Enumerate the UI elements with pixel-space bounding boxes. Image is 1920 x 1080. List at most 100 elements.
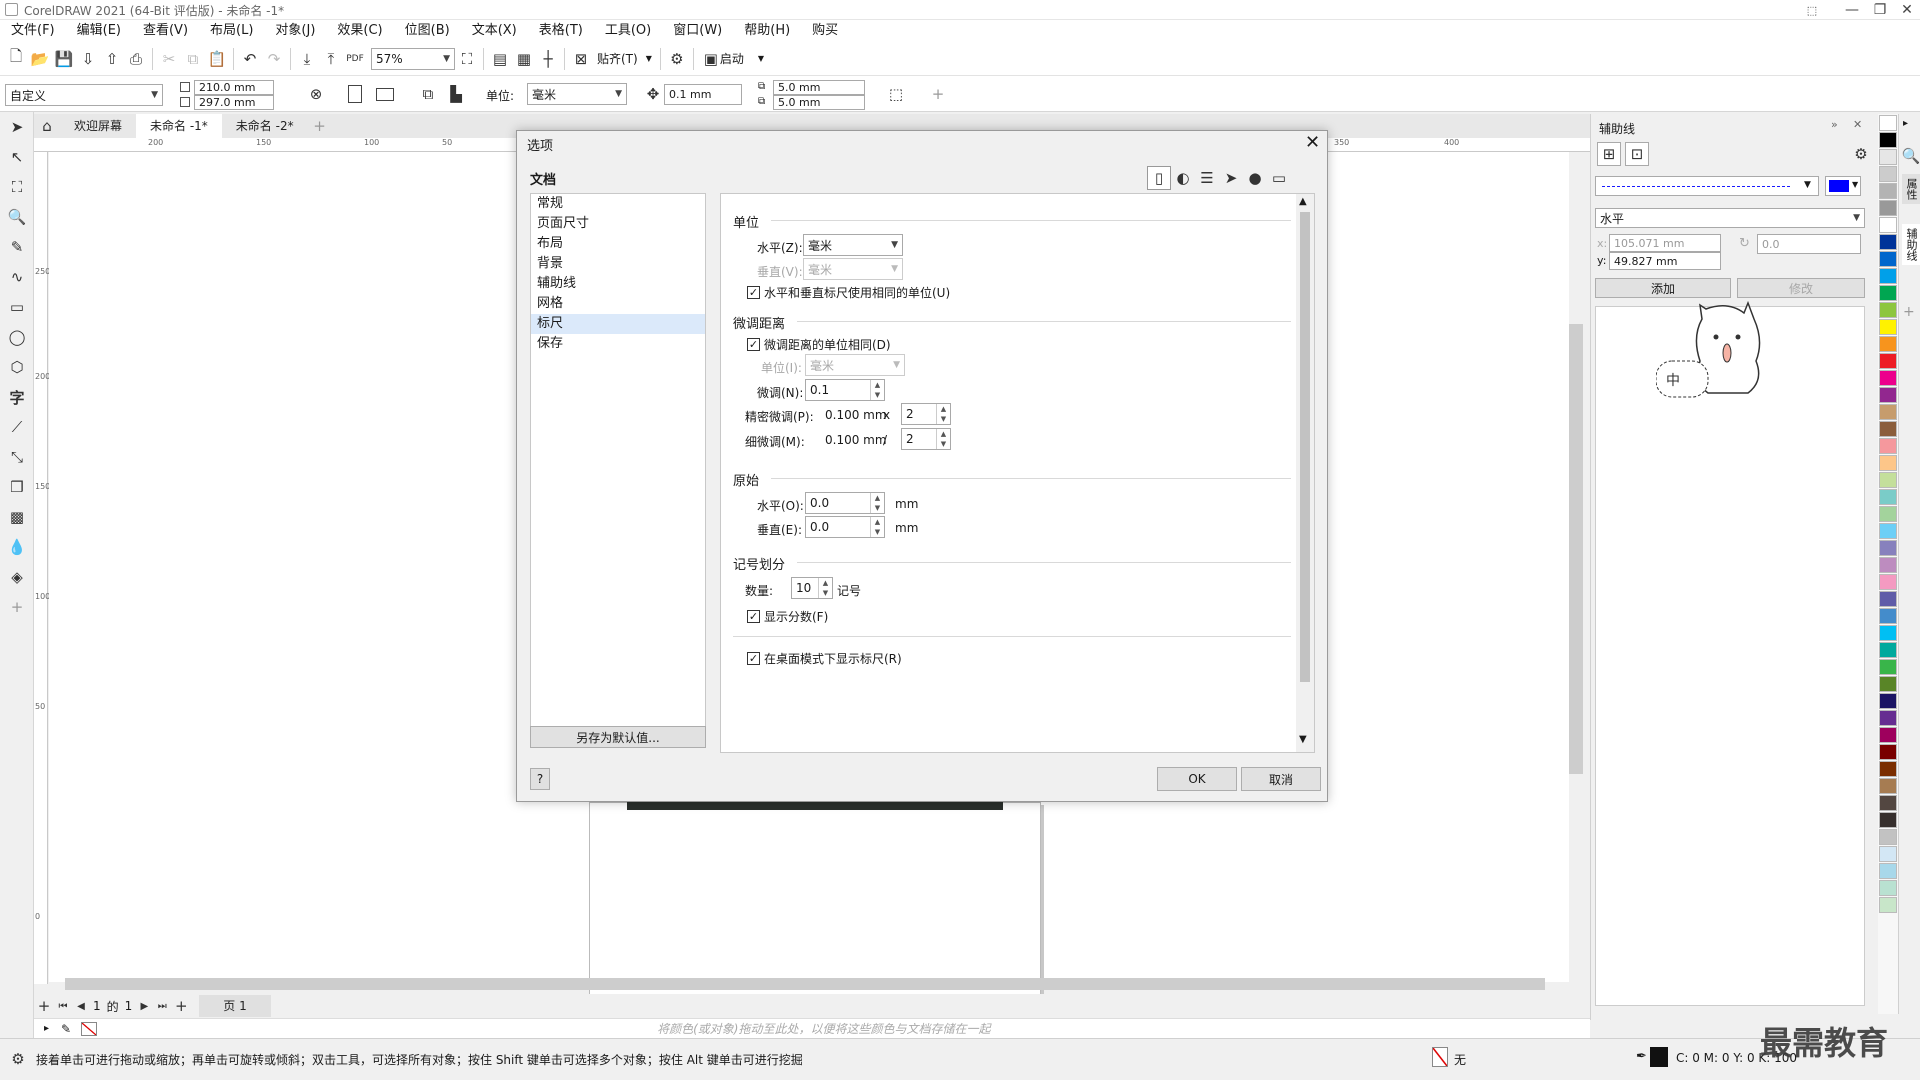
vertical-scrollbar-thumb[interactable] xyxy=(1569,324,1583,774)
palette-swatch[interactable] xyxy=(1879,370,1897,386)
page-tab-1[interactable]: 页 1 xyxy=(199,995,271,1017)
document-icon[interactable]: ▯ xyxy=(1147,166,1171,190)
tab-guidelines[interactable]: 辅助线 xyxy=(1902,224,1920,265)
palette-swatch[interactable] xyxy=(1879,540,1897,556)
restore-small-icon[interactable]: ⬚ xyxy=(1798,0,1826,20)
add-page-before-icon[interactable]: + xyxy=(34,994,54,1018)
nav-item-layout[interactable]: 布局 xyxy=(531,234,705,254)
same-units-checkbox[interactable]: ✓ 水平和垂直标尺使用相同的单位(U) xyxy=(747,284,950,301)
palette-swatch[interactable] xyxy=(1879,676,1897,692)
transparency-tool-icon[interactable]: ▩ xyxy=(5,505,29,529)
palette-swatch[interactable] xyxy=(1879,642,1897,658)
paste-icon[interactable]: 📋 xyxy=(205,47,229,71)
menu-layout[interactable]: 布局(L) xyxy=(199,20,264,42)
no-color-swatch[interactable] xyxy=(81,1021,98,1036)
ellipse-tool-icon[interactable]: ◯ xyxy=(5,325,29,349)
palette-swatch[interactable] xyxy=(1879,863,1897,879)
minimize-button[interactable]: — xyxy=(1838,0,1866,20)
text-tool-icon[interactable]: 字 xyxy=(5,385,29,409)
menu-effects[interactable]: 效果(C) xyxy=(326,20,393,42)
palette-swatch[interactable] xyxy=(1879,625,1897,641)
global-icon[interactable]: ◐ xyxy=(1171,166,1195,190)
cut-icon[interactable]: ✂ xyxy=(157,47,181,71)
add-docker-icon[interactable]: + xyxy=(1903,304,1915,320)
freehand-tool-icon[interactable]: ✎ xyxy=(5,235,29,259)
nav-item-background[interactable]: 背景 xyxy=(531,254,705,274)
save-as-default-button[interactable]: 另存为默认值... xyxy=(530,726,706,748)
palette-swatch[interactable] xyxy=(1879,795,1897,811)
nav-item-general[interactable]: 常规 xyxy=(531,194,705,214)
nudge-field[interactable]: 0.1 mm xyxy=(664,84,742,105)
palette-swatch[interactable] xyxy=(1879,353,1897,369)
palette-swatch[interactable] xyxy=(1879,217,1897,233)
palette-swatch[interactable] xyxy=(1879,251,1897,267)
horizontal-scrollbar-thumb[interactable] xyxy=(65,978,1545,990)
guideline-color-picker[interactable]: ▼ xyxy=(1825,176,1861,196)
zoom-combo[interactable]: 57% ▼ xyxy=(371,47,455,70)
palette-swatch[interactable] xyxy=(1879,336,1897,352)
tab-doc-2[interactable]: 未命名 -2* xyxy=(222,114,308,138)
palette-swatch[interactable] xyxy=(1879,744,1897,760)
edit-bleed-icon[interactable]: ⬚ xyxy=(884,82,908,106)
cancel-button[interactable]: 取消 xyxy=(1241,767,1321,791)
search-icon[interactable]: 🔍 xyxy=(1899,144,1920,168)
menu-window[interactable]: 窗口(W) xyxy=(662,20,733,42)
menu-table[interactable]: 表格(T) xyxy=(528,20,594,42)
add-page-after-icon[interactable]: + xyxy=(171,994,191,1018)
palette-swatch[interactable] xyxy=(1879,591,1897,607)
menu-edit[interactable]: 编辑(E) xyxy=(66,20,132,42)
lock-guide-icon[interactable]: ⊡ xyxy=(1625,142,1649,166)
current-page-icon[interactable]: ▙ xyxy=(444,82,468,106)
cloud-upload-icon[interactable]: ⇧ xyxy=(100,47,124,71)
menu-file[interactable]: 文件(F) xyxy=(0,20,66,42)
snap-to-dropdown[interactable]: 贴齐(T) ▼ xyxy=(593,50,656,67)
duplicate-x-field[interactable]: 5.0 mm xyxy=(773,80,865,95)
placed-image-edge[interactable] xyxy=(627,802,1003,810)
super-nudge-multiplier-spinbox[interactable]: 2 ▲ ▼ xyxy=(901,403,951,425)
menu-object[interactable]: 对象(J) xyxy=(264,20,326,42)
palette-swatch[interactable] xyxy=(1879,268,1897,284)
menu-buy[interactable]: 购买 xyxy=(801,20,849,42)
new-tab-icon[interactable]: + xyxy=(308,114,332,138)
palette-swatch[interactable] xyxy=(1879,438,1897,454)
redo-icon[interactable]: ↷ xyxy=(262,47,286,71)
palette-swatch[interactable] xyxy=(1879,455,1897,471)
palette-swatch[interactable] xyxy=(1879,200,1897,216)
fill-none-icon[interactable] xyxy=(1432,1047,1448,1067)
guidelines-list[interactable]: 中 xyxy=(1595,301,1865,1006)
tab-welcome[interactable]: 欢迎屏幕 xyxy=(60,114,136,138)
first-page-icon[interactable]: ⏮ xyxy=(54,994,72,1018)
palette-swatch[interactable] xyxy=(1879,557,1897,573)
palette-swatch[interactable] xyxy=(1879,846,1897,862)
palette-swatch[interactable] xyxy=(1879,506,1897,522)
docker-close-icon[interactable]: ✕ xyxy=(1853,118,1862,131)
undo-icon[interactable]: ↶ xyxy=(238,47,262,71)
nav-item-page-size[interactable]: 页面尺寸 xyxy=(531,214,705,234)
drop-shadow-icon[interactable]: ❒ xyxy=(5,475,29,499)
display-icon[interactable]: ▭ xyxy=(1267,166,1291,190)
rectangle-tool-icon[interactable]: ▭ xyxy=(5,295,29,319)
palette-swatch[interactable] xyxy=(1879,404,1897,420)
workspace-icon[interactable]: ☰ xyxy=(1195,166,1219,190)
palette-swatch[interactable] xyxy=(1879,574,1897,590)
same-nudge-units-checkbox[interactable]: ✓ 微调距离的单位相同(D) xyxy=(747,336,891,353)
next-page-icon[interactable]: ▶ xyxy=(135,994,153,1018)
page-preset-combo[interactable]: 自定义 ▼ xyxy=(5,84,163,106)
palette-swatch[interactable] xyxy=(1879,472,1897,488)
palette-swatch[interactable] xyxy=(1879,761,1897,777)
last-page-icon[interactable]: ⏭ xyxy=(153,994,171,1018)
palette-swatch[interactable] xyxy=(1879,166,1897,182)
expand-icon[interactable]: ▸ xyxy=(44,1023,49,1034)
maximize-button[interactable]: ❐ xyxy=(1866,0,1894,20)
palette-swatch[interactable] xyxy=(1879,727,1897,743)
palette-swatch[interactable] xyxy=(1879,693,1897,709)
import-icon[interactable]: ⤓ xyxy=(295,47,319,71)
connector-tool-icon[interactable]: ⤡ xyxy=(5,445,29,469)
palette-swatch[interactable] xyxy=(1879,897,1897,913)
pdf-icon[interactable]: PDF xyxy=(343,47,367,71)
palette-swatch[interactable] xyxy=(1879,319,1897,335)
palette-swatch[interactable] xyxy=(1879,387,1897,403)
launch-dropdown[interactable]: ▣ 启动 ▼ xyxy=(698,47,768,71)
origin-vertical-spinbox[interactable]: 0.0 ▲ ▼ xyxy=(805,516,885,538)
palette-swatch[interactable] xyxy=(1879,183,1897,199)
